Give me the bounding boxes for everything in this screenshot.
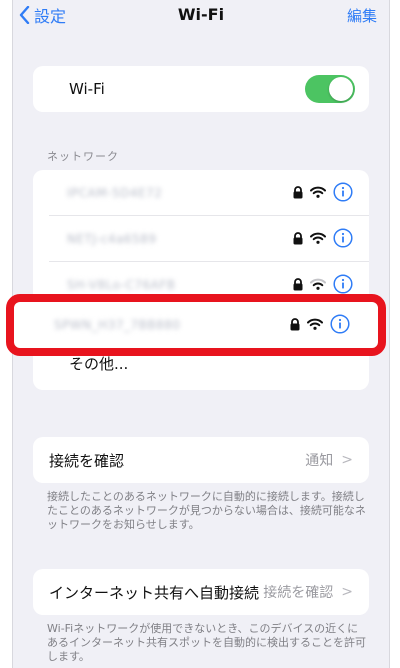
ask-to-join-value: 通知 [305, 453, 334, 469]
wifi-signal-icon [310, 186, 326, 198]
navigation-bar: 設定 Wi-Fi 編集 [13, 0, 389, 34]
info-icon[interactable] [333, 274, 353, 294]
lock-icon [290, 317, 300, 331]
chevron-right-icon: > [341, 452, 353, 468]
info-icon[interactable] [333, 228, 353, 248]
network-name: NETJ-c4a6589 [67, 232, 157, 246]
auto-join-hotspot-row[interactable]: インターネット共有へ自動接続 接続を確認 > [33, 569, 369, 615]
ask-to-join-footnote: 接続したことのあるネットワークに自動的に接続します。接続したことのあるネットワー… [47, 490, 366, 531]
info-icon[interactable] [333, 182, 353, 202]
page-title: Wi-Fi [177, 5, 225, 24]
wifi-label: Wi-Fi [69, 80, 105, 98]
wifi-toggle-card: Wi-Fi [33, 66, 369, 112]
highlighted-network-callout: SPWN_H37_7BB880 [6, 294, 386, 356]
network-row[interactable]: IPCAM-5D4E72 [33, 170, 369, 216]
auto-join-hotspot-footnote: Wi-Fiネットワークが使用できないとき、このデバイスの近くにあるインターネット… [47, 622, 366, 663]
wifi-signal-icon [310, 278, 326, 290]
networks-card: IPCAM-5D4E72 NETJ-c4a6589 SH-V8Lo-C76AFB [33, 170, 369, 390]
auto-join-hotspot-value: 接続を確認 [263, 585, 334, 601]
wifi-toggle[interactable] [305, 75, 355, 103]
lock-icon [293, 185, 303, 199]
ask-to-join-row[interactable]: 接続を確認 通知 > [33, 437, 369, 483]
toggle-knob [329, 77, 353, 101]
network-name: IPCAM-5D4E72 [67, 186, 163, 200]
highlighted-network-row[interactable]: SPWN_H37_7BB880 [14, 302, 378, 348]
ask-to-join-card: 接続を確認 通知 > [33, 437, 369, 483]
info-icon[interactable] [330, 314, 350, 334]
network-name: SH-V8Lo-C76AFB [67, 278, 176, 292]
wifi-signal-icon [310, 232, 326, 244]
network-name: SPWN_H37_7BB880 [54, 318, 181, 332]
networks-section-header: ネットワーク [47, 150, 119, 163]
chevron-right-icon: > [341, 584, 353, 600]
lock-icon [293, 277, 303, 291]
auto-join-hotspot-card: インターネット共有へ自動接続 接続を確認 > [33, 569, 369, 615]
auto-join-hotspot-label: インターネット共有へ自動接続 [49, 583, 260, 602]
edit-button[interactable]: 編集 [347, 5, 377, 26]
ask-to-join-label: 接続を確認 [49, 451, 125, 470]
network-row[interactable]: NETJ-c4a6589 [33, 216, 369, 262]
wifi-signal-icon [307, 318, 323, 330]
wifi-toggle-row: Wi-Fi [33, 66, 369, 112]
lock-icon [293, 231, 303, 245]
